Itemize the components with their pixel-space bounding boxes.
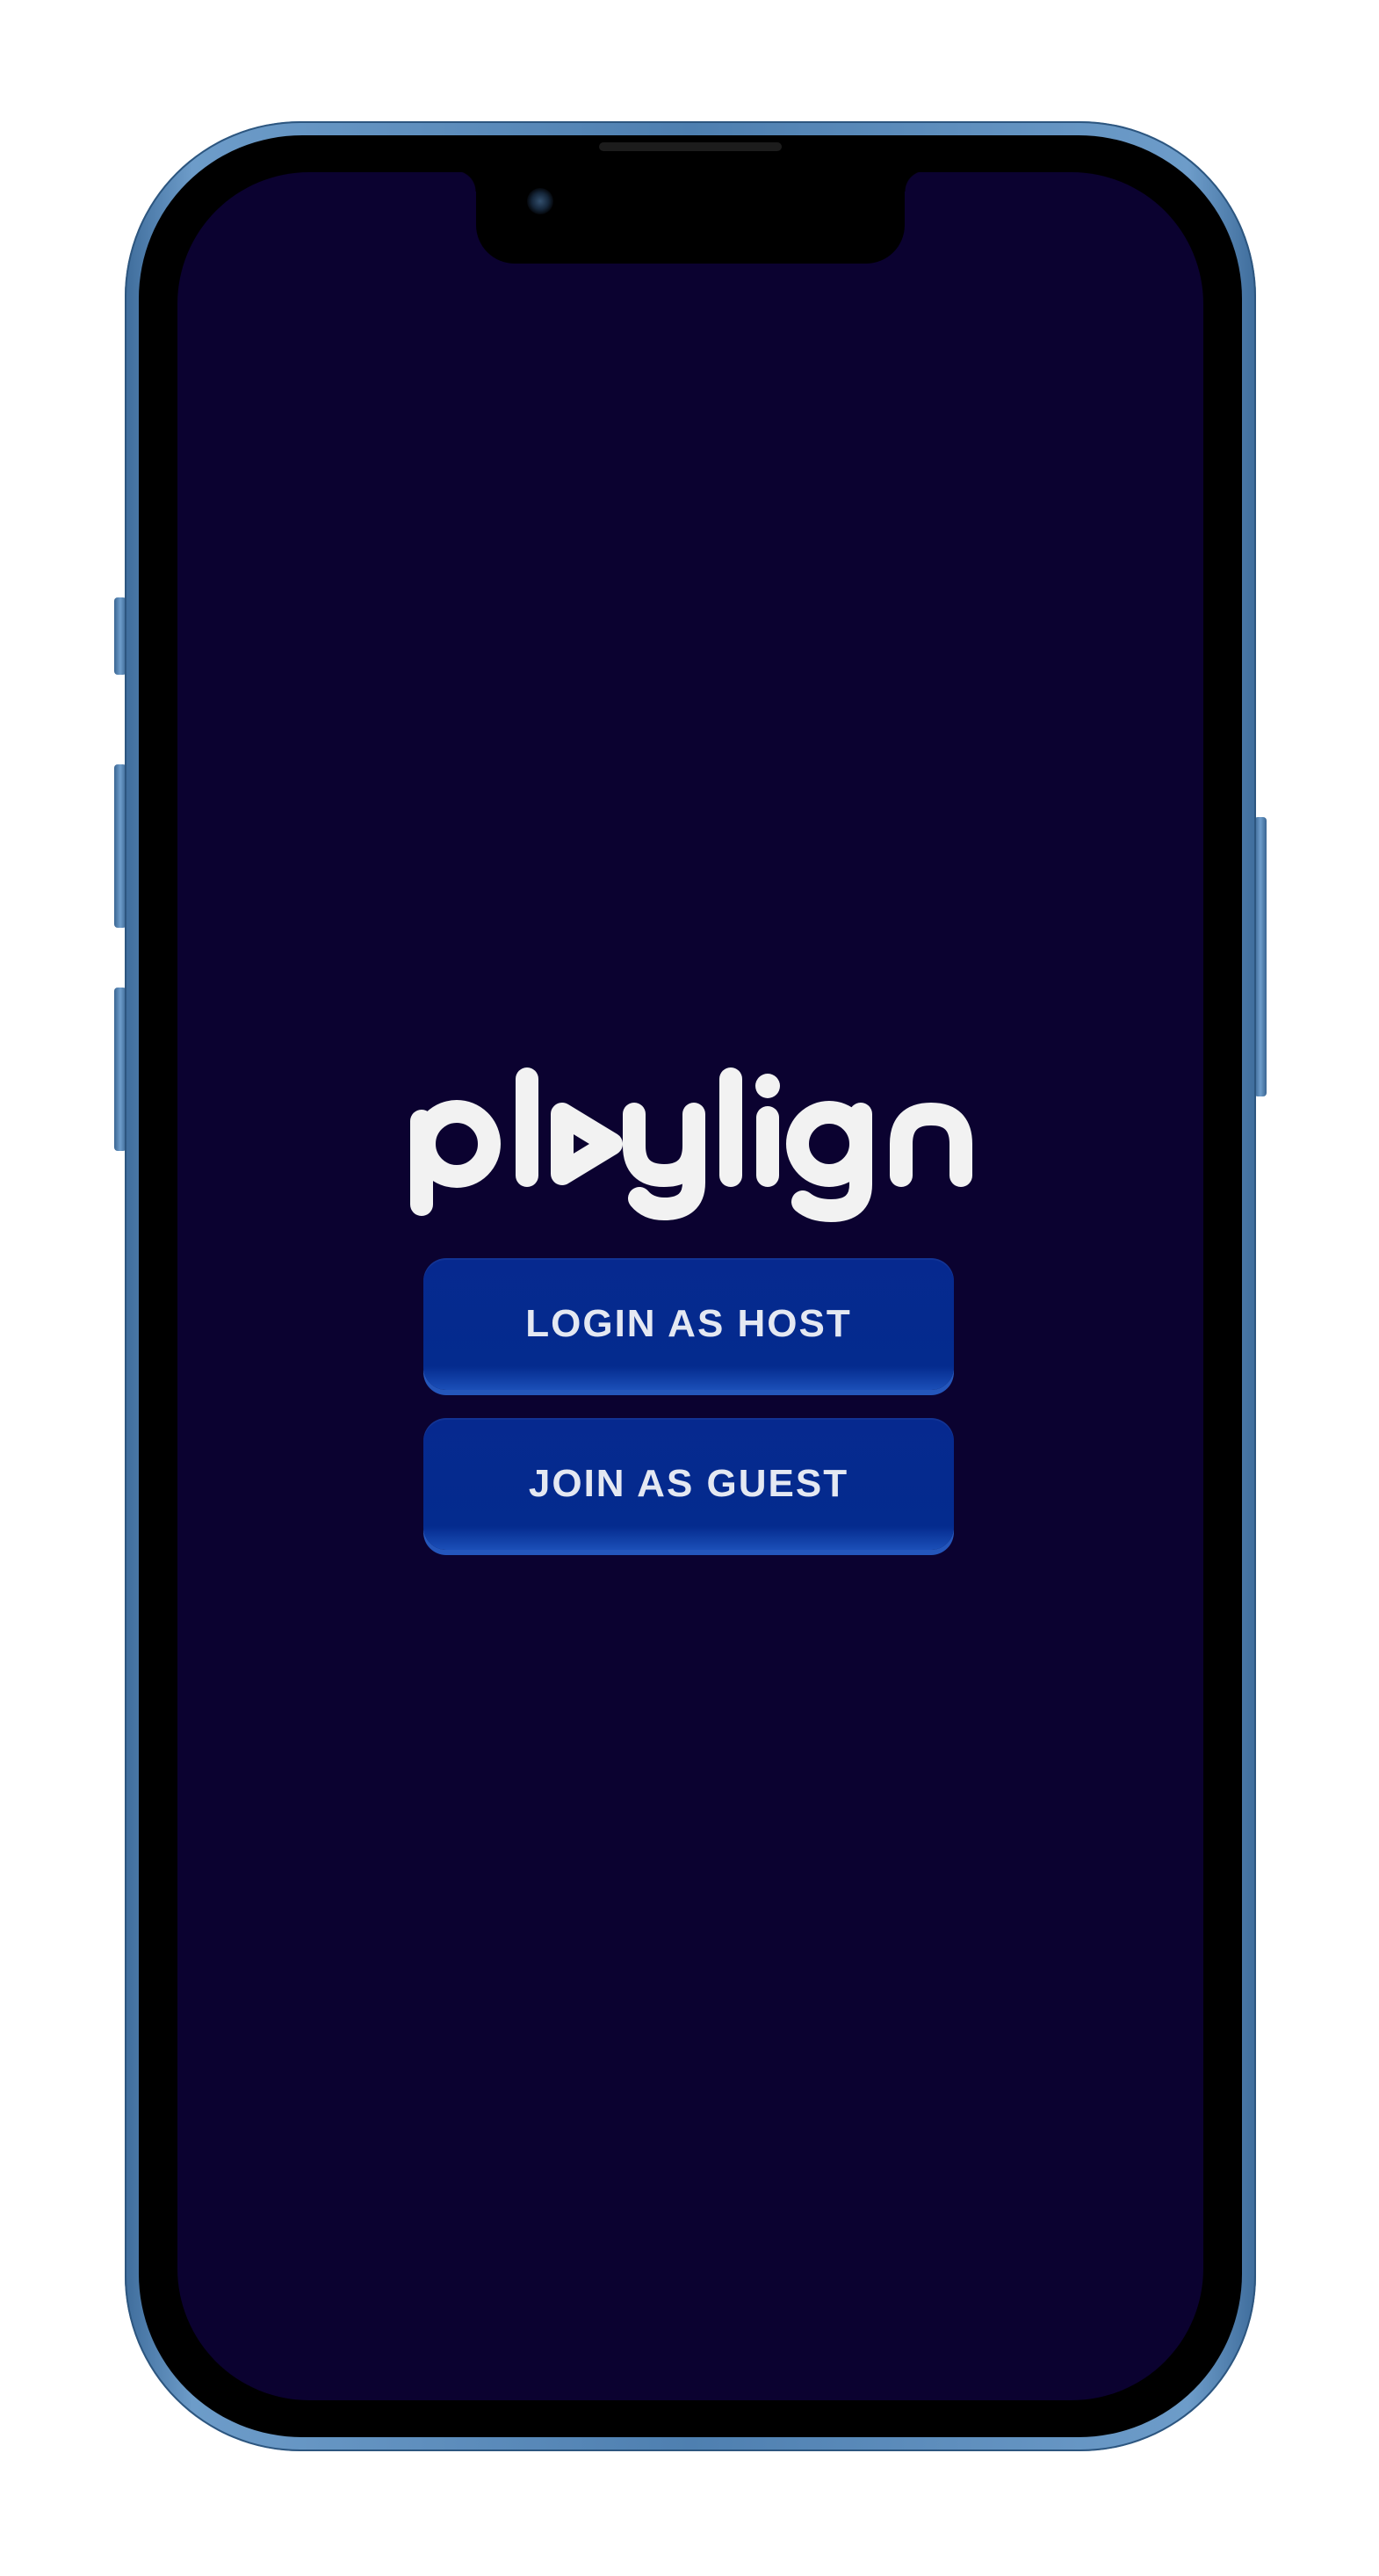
join-as-guest-button[interactable]: JOIN AS GUEST [423, 1418, 954, 1550]
earpiece-speaker [599, 142, 782, 151]
app-screen: playlign [177, 172, 1203, 2400]
power-side-button [1254, 817, 1267, 1096]
notch [455, 172, 926, 264]
logo-i-dot [755, 1074, 780, 1098]
page: playlign [0, 0, 1379, 2576]
app-logo-graphic [410, 1067, 972, 1222]
front-camera-icon [527, 188, 553, 214]
login-as-host-button[interactable]: LOGIN AS HOST [423, 1258, 954, 1390]
app-logo: playlign [404, 1060, 984, 1226]
